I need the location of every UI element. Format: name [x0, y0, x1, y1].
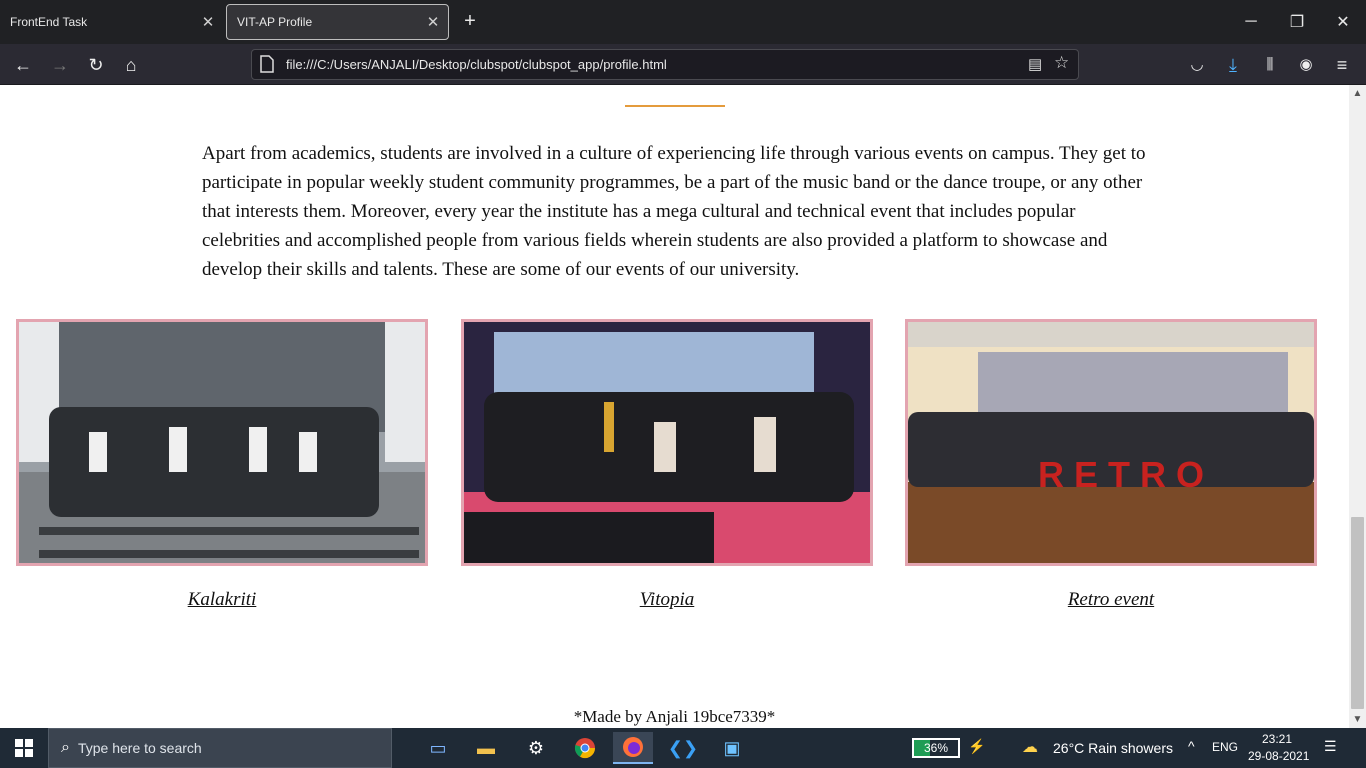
- windows-taskbar: ⌕ Type here to search ▭ ▬ ⚙ ❮❯ ▣ 36% ⚡ ☁…: [0, 728, 1366, 768]
- scroll-down-icon[interactable]: ▼: [1349, 711, 1366, 728]
- language-indicator[interactable]: ENG: [1212, 740, 1238, 754]
- photos-icon[interactable]: ▣: [712, 732, 752, 764]
- close-tab-icon[interactable]: ✕: [193, 13, 223, 31]
- event-card-kalakriti: Kalakriti: [16, 319, 428, 610]
- event-caption-kalakriti[interactable]: Kalakriti: [16, 589, 428, 611]
- url-text: file:///C:/Users/ANJALI/Desktop/clubspot…: [286, 57, 667, 72]
- address-bar[interactable]: file:///C:/Users/ANJALI/Desktop/clubspot…: [251, 49, 1079, 80]
- settings-gear-icon[interactable]: ⚙: [516, 732, 556, 764]
- extension-icon[interactable]: ◉: [1293, 52, 1319, 78]
- svg-text:R E T R O: R E T R O: [1038, 454, 1204, 495]
- battery-indicator[interactable]: 36%: [912, 738, 960, 758]
- battery-percent: 36%: [923, 741, 949, 755]
- event-caption-vitopia[interactable]: Vitopia: [461, 589, 873, 611]
- reader-view-icon[interactable]: ▤: [1028, 55, 1042, 73]
- library-icon[interactable]: ⫼: [1257, 52, 1283, 78]
- title-underline: [625, 105, 725, 107]
- scroll-up-icon[interactable]: ▲: [1349, 85, 1366, 102]
- clock-date[interactable]: 29-08-2021: [1248, 749, 1309, 763]
- close-tab-icon[interactable]: ✕: [418, 13, 448, 31]
- back-icon[interactable]: ←: [10, 52, 36, 78]
- tab-title: FrontEnd Task: [10, 15, 88, 29]
- tab-title: VIT-AP Profile: [237, 15, 313, 29]
- navigation-bar: ← → ↻ ⌂ file:///C:/Users/ANJALI/Desktop/…: [0, 44, 1366, 85]
- close-window-icon[interactable]: ✕: [1320, 0, 1366, 44]
- restore-icon[interactable]: ❐: [1274, 0, 1320, 44]
- event-photo-retro: R E T R O: [905, 319, 1317, 566]
- notification-icon[interactable]: ☰: [1324, 738, 1337, 755]
- file-explorer-icon[interactable]: ▬: [466, 732, 506, 764]
- reload-icon[interactable]: ↻: [83, 52, 109, 78]
- footer-credit: *Made by Anjali 19bce7339*: [573, 707, 776, 726]
- new-tab-icon[interactable]: +: [458, 10, 482, 34]
- chevron-up-icon[interactable]: ^: [1188, 738, 1195, 754]
- event-caption-retro[interactable]: Retro event: [905, 589, 1317, 611]
- page-icon: [260, 55, 276, 73]
- search-placeholder: Type here to search: [77, 740, 202, 756]
- weather-text[interactable]: 26°C Rain showers: [1053, 740, 1173, 756]
- tab-vitap-profile[interactable]: VIT-AP Profile ✕: [226, 4, 449, 40]
- event-photo-vitopia: [461, 319, 873, 566]
- vertical-scrollbar[interactable]: ▲ ▼: [1349, 85, 1366, 728]
- clock-time[interactable]: 23:21: [1262, 732, 1292, 746]
- tab-strip: FrontEnd Task ✕ VIT-AP Profile ✕ + ─ ❐ ✕: [0, 0, 1366, 44]
- chrome-icon[interactable]: [565, 732, 605, 764]
- firefox-icon[interactable]: [613, 732, 653, 764]
- minimize-icon[interactable]: ─: [1228, 0, 1274, 44]
- events-description: Apart from academics, students are invol…: [202, 143, 1146, 280]
- windows-start-icon[interactable]: [0, 728, 48, 768]
- event-card-retro: R E T R O Retro event: [905, 319, 1317, 610]
- bookmark-star-icon[interactable]: ☆: [1054, 53, 1069, 73]
- taskbar-search-box[interactable]: ⌕ Type here to search: [48, 728, 392, 768]
- event-photo-kalakriti: [16, 319, 428, 566]
- vscode-icon[interactable]: ❮❯: [663, 732, 703, 764]
- event-card-vitopia: Vitopia: [461, 319, 873, 610]
- menu-icon[interactable]: ≡: [1329, 52, 1355, 78]
- search-icon: ⌕: [61, 739, 70, 756]
- forward-icon[interactable]: →: [47, 52, 73, 78]
- home-icon[interactable]: ⌂: [118, 52, 144, 78]
- charging-plug-icon: ⚡: [968, 738, 986, 754]
- tab-frontend-task[interactable]: FrontEnd Task ✕: [0, 0, 223, 44]
- pocket-icon[interactable]: ◡: [1184, 52, 1210, 78]
- downloads-icon[interactable]: ⤓: [1220, 52, 1246, 78]
- weather-icon[interactable]: ☁: [1022, 737, 1038, 757]
- page-content: Apart from academics, students are invol…: [0, 85, 1349, 728]
- scrollbar-thumb[interactable]: [1351, 517, 1364, 709]
- task-view-icon[interactable]: ▭: [418, 732, 458, 764]
